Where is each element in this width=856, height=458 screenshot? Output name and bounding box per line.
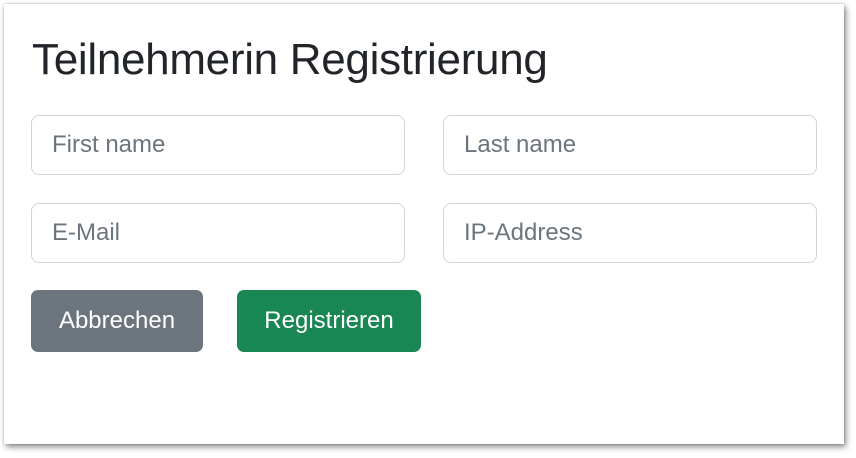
registration-card: Teilnehmerin Registrierung Abbrechen Reg… (4, 4, 844, 444)
first-name-input[interactable] (31, 115, 405, 175)
email-input[interactable] (31, 203, 405, 263)
last-name-input[interactable] (443, 115, 817, 175)
register-button[interactable]: Registrieren (237, 290, 421, 352)
cancel-button[interactable]: Abbrechen (31, 290, 203, 352)
page-title: Teilnehmerin Registrierung (32, 35, 548, 84)
ip-address-input[interactable] (443, 203, 817, 263)
